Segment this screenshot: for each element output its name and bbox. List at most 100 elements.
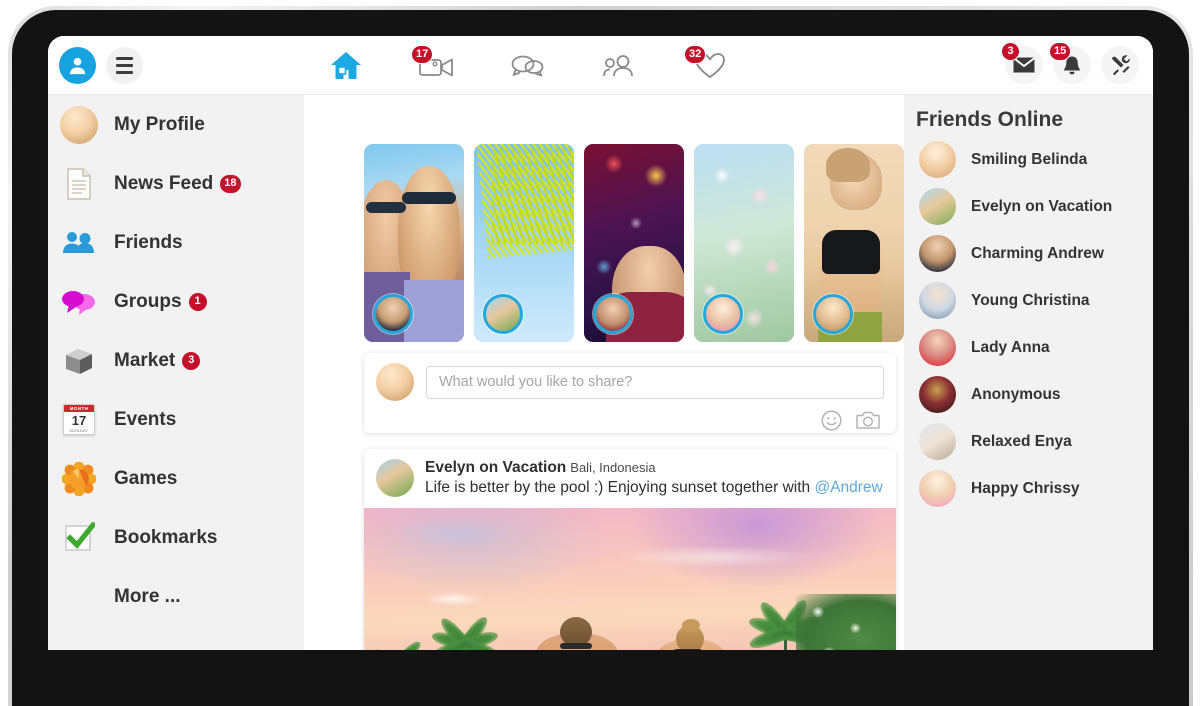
post-author-avatar[interactable]: [376, 459, 414, 497]
avatar: [919, 141, 956, 178]
sidebar-item-bookmarks[interactable]: Bookmarks: [48, 508, 304, 567]
top-navigation-bar: 17 32 3 15: [48, 36, 1153, 95]
avatar: [919, 329, 956, 366]
sidebar-item-market[interactable]: Market 3: [48, 331, 304, 390]
story-avatar[interactable]: [593, 294, 633, 334]
friend-list-item[interactable]: Happy Chrissy: [904, 465, 1153, 512]
calendar-icon: MONTH 17 MONDAY: [60, 401, 98, 439]
heart-icon[interactable]: 32: [682, 44, 738, 86]
green-checkmark-icon: [60, 519, 98, 557]
avatar: [919, 470, 956, 507]
smiley-face-icon[interactable]: [821, 410, 842, 436]
friend-list-item[interactable]: Smiling Belinda: [904, 136, 1153, 183]
sidebar-item-label: Bookmarks: [114, 526, 218, 548]
hamburger-menu-icon[interactable]: [106, 47, 143, 84]
beach-workout-story[interactable]: [804, 144, 904, 342]
composer-avatar: [376, 363, 414, 401]
share-input[interactable]: [426, 365, 884, 399]
palm-tree: [430, 613, 510, 650]
topbar-center-nav: 17 32: [318, 36, 738, 95]
envelope-icon[interactable]: 3: [1001, 42, 1043, 84]
friends-online-title: Friends Online: [916, 108, 1064, 131]
story-avatar[interactable]: [483, 294, 523, 334]
friend-name: Anonymous: [971, 385, 1061, 403]
friend-name: Lady Anna: [971, 338, 1050, 356]
friend-name: Young Christina: [971, 291, 1090, 309]
sidebar-item-label: Events: [114, 408, 177, 430]
story-avatar[interactable]: [703, 294, 743, 334]
post-composer: [364, 353, 896, 433]
story-avatar[interactable]: [813, 294, 853, 334]
news-feed-badge: 18: [220, 174, 241, 193]
composer-actions: [376, 410, 884, 436]
sidebar-item-label: News Feed: [114, 172, 214, 194]
sidebar-item-label: Market: [114, 349, 176, 371]
flower-burst-icon: [60, 460, 98, 498]
topbar-right-group: 3 15: [1001, 42, 1139, 84]
friend-list-item[interactable]: Anonymous: [904, 371, 1153, 418]
friend-list-item[interactable]: Lady Anna: [904, 324, 1153, 371]
bell-icon[interactable]: 15: [1049, 42, 1091, 84]
post-body: Life is better by the pool :) Enjoying s…: [425, 479, 884, 497]
likes-badge: 32: [684, 44, 707, 64]
cherry-blossom-story[interactable]: [694, 144, 794, 342]
sidebar-item-label: More ...: [114, 585, 181, 607]
screen: 17 32 3 15 My Profile News Feed 18 Frien…: [48, 36, 1153, 650]
sidebar-item-news-feed[interactable]: News Feed 18: [48, 154, 304, 213]
friend-list-item[interactable]: Young Christina: [904, 277, 1153, 324]
story-avatar[interactable]: [373, 294, 413, 334]
bokeh-lights-story[interactable]: [584, 144, 684, 342]
stories-row: [364, 144, 904, 342]
friends-people-icon: [60, 224, 98, 262]
sidebar-item-label: Games: [114, 467, 178, 489]
avatar: [919, 188, 956, 225]
post-author-name[interactable]: Evelyn on Vacation: [425, 459, 566, 476]
post-mention[interactable]: @Andrew: [814, 479, 882, 496]
friend-name: Relaxed Enya: [971, 432, 1072, 450]
main-feed: Evelyn on Vacation Bali, Indonesia Life i…: [304, 95, 904, 650]
friend-name: Evelyn on Vacation: [971, 197, 1113, 215]
avatar: [919, 376, 956, 413]
people-icon[interactable]: [591, 46, 647, 86]
video-camera-icon[interactable]: 17: [409, 44, 465, 86]
couple-selfie-story[interactable]: [364, 144, 464, 342]
tools-icon[interactable]: [1101, 46, 1139, 84]
sidebar-item-friends[interactable]: Friends: [48, 213, 304, 272]
page-body: My Profile News Feed 18 Friends Groups 1…: [48, 95, 1153, 650]
palm-leaf-story[interactable]: [474, 144, 574, 342]
camera-icon[interactable]: [856, 410, 880, 436]
sidebar-item-events[interactable]: MONTH 17 MONDAY Events: [48, 390, 304, 449]
friend-name: Charming Andrew: [971, 244, 1104, 262]
profile-photo-avatar: [60, 105, 98, 144]
friend-list-item[interactable]: Relaxed Enya: [904, 418, 1153, 465]
post-location: Bali, Indonesia: [570, 460, 656, 475]
sidebar-item-groups[interactable]: Groups 1: [48, 272, 304, 331]
friend-list-item[interactable]: Evelyn on Vacation: [904, 183, 1153, 230]
sidebar-item-label: Groups: [114, 290, 182, 312]
box-icon: [60, 342, 98, 380]
sunset-pool-palm-trees-photo[interactable]: [364, 508, 896, 650]
sidebar-item-label: My Profile: [114, 113, 205, 135]
sidebar-item-games[interactable]: Games: [48, 449, 304, 508]
mail-badge: 3: [1001, 42, 1020, 61]
friend-name: Smiling Belinda: [971, 150, 1088, 168]
home-icon[interactable]: [318, 46, 374, 86]
feed-post: Evelyn on Vacation Bali, Indonesia Life i…: [364, 449, 896, 650]
groups-badge: 1: [188, 292, 207, 311]
sidebar-item-more[interactable]: More ...: [48, 567, 304, 626]
sidebar-item-label: Friends: [114, 231, 183, 253]
calendar-weekday: MONDAY: [69, 428, 89, 433]
video-badge: 17: [411, 44, 434, 64]
post-author-line: Evelyn on Vacation Bali, Indonesia: [425, 459, 884, 477]
post-text: Life is better by the pool :) Enjoying s…: [425, 479, 815, 496]
chat-bubbles-icon[interactable]: [500, 46, 556, 86]
market-badge: 3: [182, 351, 201, 370]
friend-list-item[interactable]: Charming Andrew: [904, 230, 1153, 277]
avatar: [919, 282, 956, 319]
calendar-day: 17: [71, 413, 87, 428]
user-avatar-icon[interactable]: [59, 47, 96, 84]
sidebar-item-my-profile[interactable]: My Profile: [48, 95, 304, 154]
topbar-left-group: [59, 47, 143, 84]
composer-input-row: [376, 363, 884, 401]
